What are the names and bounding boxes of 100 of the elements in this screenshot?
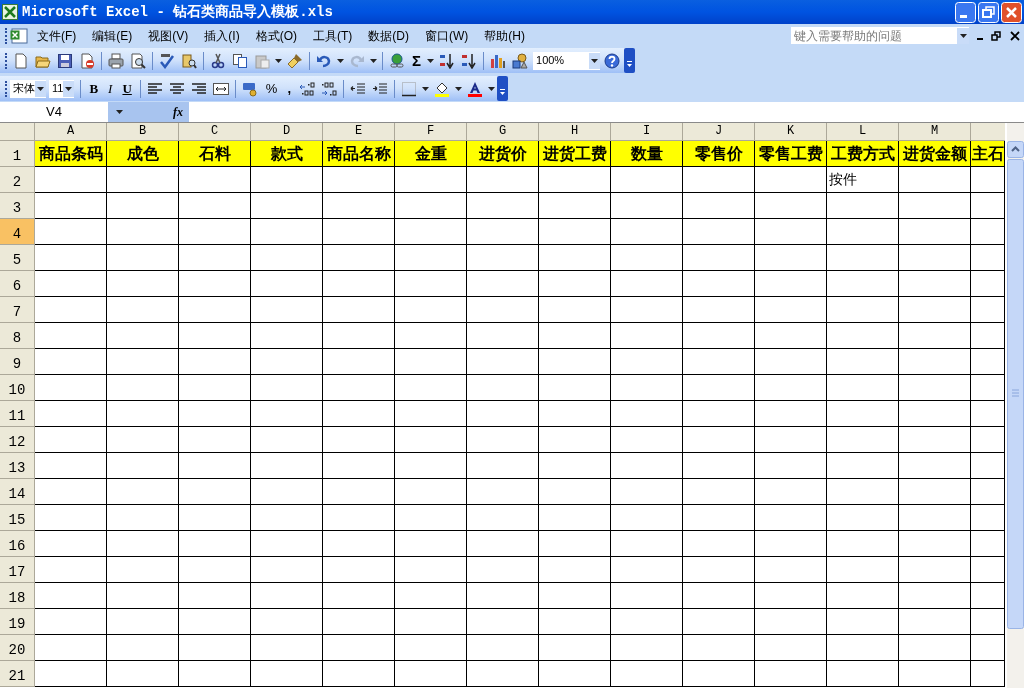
table-cell[interactable] — [107, 609, 179, 635]
table-cell[interactable] — [251, 505, 323, 531]
table-cell[interactable] — [35, 193, 107, 219]
caret-icon[interactable] — [427, 58, 434, 63]
table-cell[interactable] — [539, 271, 611, 297]
table-cell[interactable] — [107, 661, 179, 687]
table-cell[interactable] — [611, 661, 683, 687]
table-cell[interactable] — [467, 453, 539, 479]
table-cell[interactable] — [395, 297, 467, 323]
table-cell[interactable] — [755, 271, 827, 297]
table-cell[interactable] — [539, 219, 611, 245]
table-cell[interactable] — [35, 505, 107, 531]
table-cell[interactable] — [323, 375, 395, 401]
table-cell[interactable] — [755, 557, 827, 583]
table-cell[interactable] — [467, 583, 539, 609]
header-cell[interactable]: 进货工费 — [539, 141, 611, 167]
table-cell[interactable] — [467, 349, 539, 375]
caret-icon[interactable] — [422, 86, 429, 91]
decrease-indent-icon[interactable] — [350, 80, 366, 97]
excel-icon[interactable] — [2, 4, 18, 20]
column-header[interactable]: G — [467, 123, 539, 141]
table-cell[interactable] — [971, 479, 1005, 505]
table-cell[interactable] — [827, 661, 899, 687]
table-cell[interactable] — [35, 219, 107, 245]
row-header[interactable]: 19 — [0, 609, 35, 635]
permission-icon[interactable] — [79, 52, 95, 69]
table-cell[interactable] — [35, 453, 107, 479]
menu-item[interactable]: 文件(F) — [37, 26, 77, 45]
table-cell[interactable] — [755, 609, 827, 635]
table-cell[interactable] — [755, 401, 827, 427]
close-icon[interactable] — [1010, 30, 1020, 41]
paintbrush-icon[interactable] — [287, 52, 303, 69]
table-cell[interactable] — [323, 609, 395, 635]
table-cell[interactable] — [683, 219, 755, 245]
row-header[interactable]: 18 — [0, 583, 35, 609]
header-cell[interactable]: 工费方式 — [827, 141, 899, 167]
font-color-icon[interactable] — [467, 80, 483, 97]
table-cell[interactable] — [683, 297, 755, 323]
table-cell[interactable] — [539, 557, 611, 583]
table-cell[interactable] — [899, 583, 971, 609]
menu-item[interactable]: 格式(O) — [255, 26, 297, 45]
table-cell[interactable] — [323, 323, 395, 349]
table-cell[interactable] — [179, 297, 251, 323]
table-cell[interactable] — [251, 401, 323, 427]
column-header[interactable]: J — [683, 123, 755, 141]
align-center-icon[interactable] — [168, 80, 185, 97]
table-cell[interactable] — [971, 401, 1005, 427]
table-cell[interactable] — [539, 505, 611, 531]
table-cell[interactable] — [827, 583, 899, 609]
table-cell[interactable] — [395, 219, 467, 245]
worksheet-menu-icon[interactable] — [10, 27, 28, 44]
table-cell[interactable] — [467, 479, 539, 505]
table-cell[interactable] — [755, 427, 827, 453]
table-cell[interactable] — [539, 453, 611, 479]
table-cell[interactable] — [395, 375, 467, 401]
align-right-icon[interactable] — [190, 80, 207, 97]
table-cell[interactable] — [179, 505, 251, 531]
help-icon[interactable] — [604, 52, 620, 69]
table-cell[interactable] — [971, 349, 1005, 375]
table-cell[interactable] — [971, 557, 1005, 583]
table-cell[interactable] — [467, 219, 539, 245]
table-cell[interactable] — [467, 427, 539, 453]
header-cell[interactable]: 款式 — [251, 141, 323, 167]
table-cell[interactable] — [35, 661, 107, 687]
table-cell[interactable] — [827, 297, 899, 323]
table-cell[interactable] — [323, 453, 395, 479]
row-header[interactable]: 9 — [0, 349, 35, 375]
table-cell[interactable] — [395, 505, 467, 531]
table-cell[interactable] — [611, 297, 683, 323]
table-cell[interactable] — [107, 531, 179, 557]
table-cell[interactable] — [179, 609, 251, 635]
column-header[interactable]: E — [323, 123, 395, 141]
table-cell[interactable] — [35, 245, 107, 271]
table-cell[interactable] — [755, 167, 827, 193]
table-cell[interactable] — [395, 635, 467, 661]
table-cell[interactable] — [683, 401, 755, 427]
table-cell[interactable] — [35, 401, 107, 427]
table-cell[interactable] — [251, 349, 323, 375]
table-cell[interactable] — [899, 609, 971, 635]
table-cell[interactable] — [755, 193, 827, 219]
header-cell[interactable]: 商品条码 — [35, 141, 107, 167]
table-cell[interactable] — [35, 609, 107, 635]
table-cell[interactable] — [611, 583, 683, 609]
table-cell[interactable] — [539, 401, 611, 427]
table-cell[interactable] — [251, 193, 323, 219]
table-cell[interactable]: 按件 — [827, 167, 899, 193]
borders-icon[interactable] — [401, 80, 417, 97]
table-cell[interactable] — [107, 453, 179, 479]
header-cell[interactable]: 进货金额 — [899, 141, 971, 167]
table-cell[interactable] — [107, 401, 179, 427]
table-cell[interactable] — [179, 245, 251, 271]
header-cell[interactable]: 商品名称 — [323, 141, 395, 167]
table-cell[interactable] — [467, 375, 539, 401]
table-cell[interactable] — [971, 245, 1005, 271]
table-cell[interactable] — [467, 323, 539, 349]
table-cell[interactable] — [251, 635, 323, 661]
table-cell[interactable] — [107, 479, 179, 505]
table-cell[interactable] — [251, 375, 323, 401]
header-cell[interactable]: 零售工费 — [755, 141, 827, 167]
table-cell[interactable] — [467, 297, 539, 323]
